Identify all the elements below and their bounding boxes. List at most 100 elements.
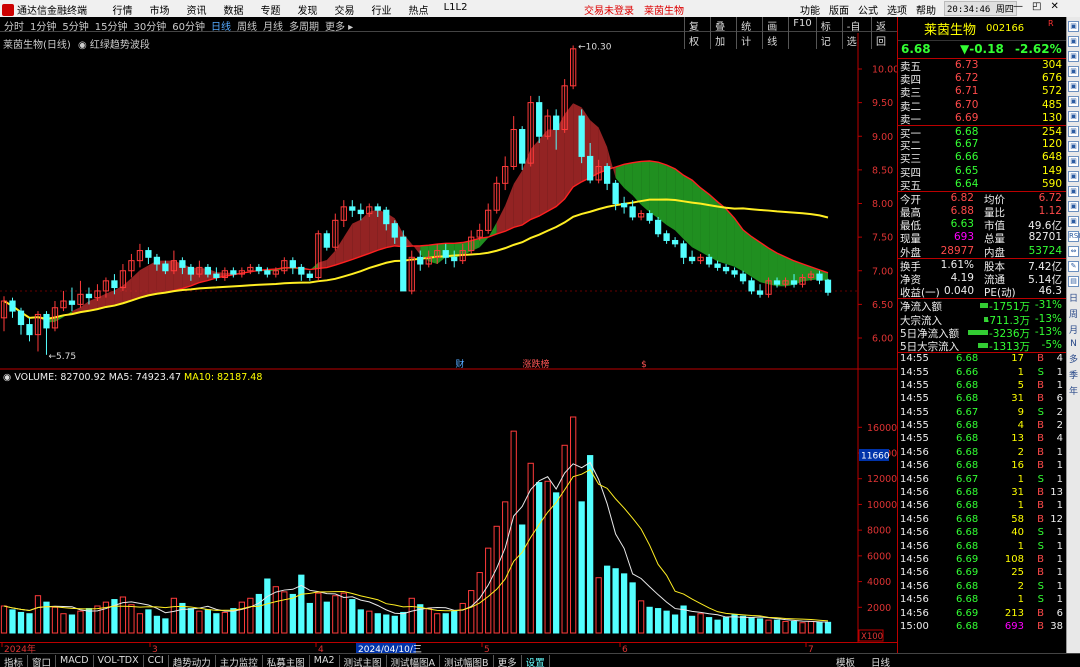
order-book-row[interactable]: 卖四 6.72 676	[898, 72, 1066, 86]
volume-bar[interactable]	[306, 602, 313, 634]
volume-bar[interactable]	[391, 615, 398, 634]
candle-body[interactable]	[68, 300, 76, 305]
candle-body[interactable]	[187, 266, 195, 275]
volume-bar[interactable]	[17, 611, 25, 634]
candle-body[interactable]	[824, 279, 832, 293]
kline-chart[interactable]: 10.00 9.50 9.00 8.50 8.00 7.50 7.00 6.50 6.00 ←10…	[0, 33, 897, 370]
candle-body[interactable]	[553, 115, 560, 131]
tick-row[interactable]: 14:55 6.68 17 B 4	[898, 353, 1066, 366]
candle-body[interactable]	[604, 166, 611, 184]
sidebar-icon-2[interactable]: ✎	[1068, 261, 1079, 272]
bottom-tab-0[interactable]: 指标	[0, 655, 29, 667]
candle-body[interactable]	[731, 270, 738, 275]
volume-bar[interactable]	[637, 600, 645, 634]
menu-item-1[interactable]: 市场	[141, 2, 178, 17]
menu-item-6[interactable]: 交易	[326, 2, 363, 17]
menu-item-7[interactable]: 行业	[363, 2, 400, 17]
period-tab-7[interactable]: 周线	[237, 18, 257, 33]
sidebar-tool-icon[interactable]: ▣	[1068, 66, 1079, 77]
volume-bar[interactable]	[502, 501, 509, 634]
bottom-tab-1[interactable]: 窗口	[28, 655, 57, 667]
candle-body[interactable]	[442, 250, 449, 258]
candle-body[interactable]	[756, 290, 764, 295]
volume-bar[interactable]	[162, 618, 169, 634]
volume-bar[interactable]	[357, 609, 364, 634]
volume-bar[interactable]	[773, 619, 781, 634]
order-book-row[interactable]: 买四 6.65 149	[898, 165, 1066, 179]
bottom-right-tab-1[interactable]: 日线	[871, 655, 890, 667]
volume-bar[interactable]	[170, 597, 178, 634]
tick-row[interactable]: 14:56 6.69 213 B 6	[898, 608, 1066, 621]
right-menu-item-1[interactable]: 版面	[829, 2, 849, 17]
candle-body[interactable]	[536, 102, 543, 137]
right-menu-item-3[interactable]: 选项	[887, 2, 907, 17]
candle-body[interactable]	[688, 256, 696, 262]
candle-body[interactable]	[654, 219, 662, 235]
tick-row[interactable]: 14:56 6.68 1 B 1	[898, 500, 1066, 513]
sidebar-period-6[interactable]: 年	[1067, 384, 1080, 397]
volume-bar[interactable]	[731, 614, 738, 634]
volume-bar[interactable]	[349, 599, 356, 634]
tick-row[interactable]: 15:00 6.68 693 B 38	[898, 621, 1066, 634]
volume-bar[interactable]	[697, 613, 704, 634]
volume-bar[interactable]	[587, 455, 594, 634]
bottom-tab-2[interactable]: MACD	[56, 655, 94, 667]
volume-bar[interactable]	[705, 617, 713, 634]
bottom-tab-10[interactable]: 测试幅图A	[387, 655, 441, 667]
volume-bar[interactable]	[629, 582, 636, 634]
volume-bar[interactable]	[136, 613, 144, 634]
order-book-row[interactable]: 卖五 6.73 304	[898, 59, 1066, 73]
volume-bar[interactable]	[238, 601, 245, 634]
candle-body[interactable]	[43, 313, 50, 329]
candle-body[interactable]	[391, 223, 398, 238]
sidebar-tool-icon[interactable]: ▣	[1068, 81, 1079, 92]
period-tab-8[interactable]: 月线	[263, 18, 283, 33]
sidebar-icon-3[interactable]: ▤	[1068, 276, 1079, 287]
candle-body[interactable]	[714, 263, 721, 268]
period-tab-5[interactable]: 60分钟	[172, 18, 205, 33]
kline-indicator-name[interactable]: 红绿趋势波段	[90, 40, 150, 51]
volume-bar[interactable]	[654, 608, 662, 634]
candle-body[interactable]	[17, 310, 25, 326]
period-tab-9[interactable]: 多周期	[289, 18, 319, 33]
volume-bar[interactable]	[756, 618, 764, 634]
volume-bar[interactable]	[179, 602, 186, 634]
candle-body[interactable]	[705, 256, 713, 265]
period-tab-0[interactable]: 分时	[4, 18, 24, 33]
bottom-tab-8[interactable]: MA2	[310, 655, 340, 667]
volume-bar[interactable]	[153, 615, 161, 634]
tick-row[interactable]: 14:55 6.68 5 B 1	[898, 380, 1066, 393]
stock-tab[interactable]: 莱茵生物	[644, 2, 684, 17]
sidebar-tool-icon[interactable]: ▣	[1068, 96, 1079, 107]
volume-bar[interactable]	[646, 606, 653, 634]
period-tab-1[interactable]: 1分钟	[30, 18, 56, 33]
menu-item-0[interactable]: 行情	[104, 2, 141, 17]
tick-row[interactable]: 14:56 6.68 1 S 1	[898, 541, 1066, 554]
tick-row[interactable]: 14:56 6.68 16 B 1	[898, 460, 1066, 473]
bottom-tab-6[interactable]: 主力监控	[216, 655, 263, 667]
volume-bar[interactable]	[434, 613, 441, 634]
candle-body[interactable]	[230, 270, 237, 275]
tick-list[interactable]: 14:55 6.68 17 B 4 14:55 6.66 1 S 1 14:55 6.68 5 B 1 14:…	[898, 352, 1066, 634]
sidebar-tool-icon[interactable]: ▣	[1068, 126, 1079, 137]
volume-bar[interactable]	[408, 597, 415, 634]
volume-bar[interactable]	[77, 610, 84, 634]
candle-body[interactable]	[289, 260, 296, 268]
bottom-tab-13[interactable]: 设置	[522, 655, 550, 667]
volume-bar[interactable]	[221, 611, 228, 634]
candle-body[interactable]	[153, 256, 161, 265]
sidebar-icon-1[interactable]: ⇔	[1068, 246, 1079, 257]
sidebar-period-5[interactable]: 季	[1067, 368, 1080, 381]
right-menu-item-0[interactable]: 功能	[800, 2, 820, 17]
volume-bar[interactable]	[595, 577, 602, 634]
bottom-right-tab-0[interactable]: 模板	[836, 655, 855, 667]
volume-bar[interactable]	[315, 592, 322, 634]
sidebar-tool-icon[interactable]: ▣	[1068, 186, 1079, 197]
volume-bar[interactable]	[85, 608, 93, 634]
close-icon[interactable]: ✕	[1050, 1, 1058, 12]
volume-bar[interactable]	[213, 613, 220, 634]
candle-body[interactable]	[298, 266, 305, 275]
candle-body[interactable]	[349, 206, 356, 211]
candle-body[interactable]	[748, 280, 755, 292]
volume-bar[interactable]	[739, 615, 747, 634]
